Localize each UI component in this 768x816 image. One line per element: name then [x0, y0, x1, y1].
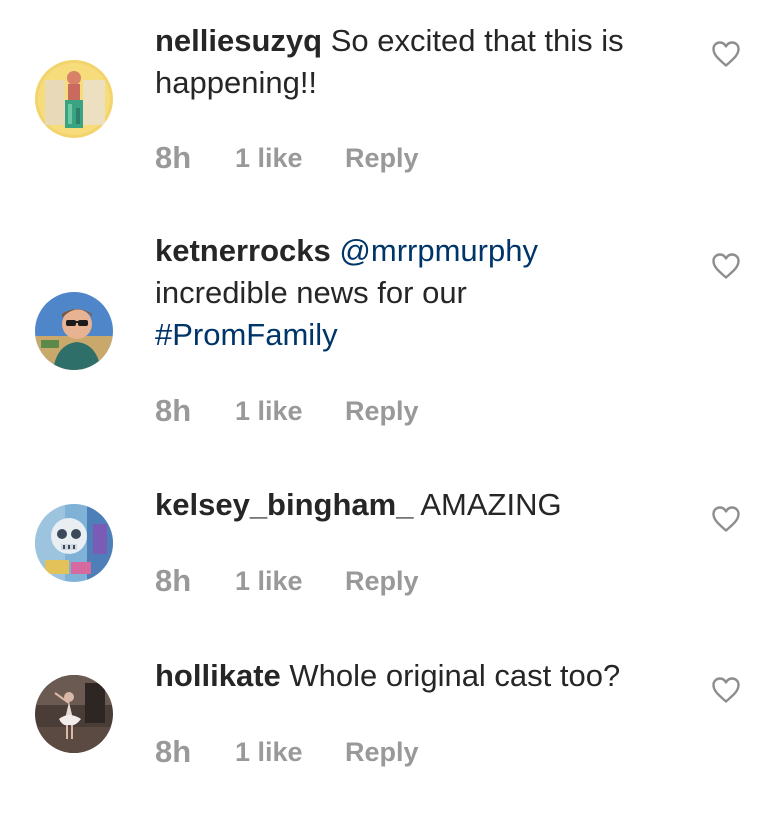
comment-meta: 8h 1 like Reply — [155, 732, 419, 772]
avatar[interactable] — [35, 292, 113, 370]
comment-body: nelliesuzyq So excited that this is happ… — [155, 20, 690, 104]
comment-body: ketnerrocks @mrrpmurphy incredible news … — [155, 230, 690, 356]
avatar[interactable] — [35, 60, 113, 138]
comment-likes[interactable]: 1 like — [235, 396, 345, 427]
comment-body: hollikate Whole original cast too? — [155, 655, 690, 697]
comment-username[interactable]: ketnerrocks — [155, 233, 331, 268]
like-heart-icon[interactable] — [710, 38, 742, 70]
avatar-mural-artwork-icon — [35, 504, 113, 582]
comment-mention[interactable]: @mrrpmurphy — [339, 233, 538, 268]
comment-text: incredible news for our — [155, 275, 467, 310]
reply-button[interactable]: Reply — [345, 396, 419, 427]
avatar-woman-colorful-dress-icon — [35, 60, 113, 138]
avatar[interactable] — [35, 504, 113, 582]
comment-likes[interactable]: 1 like — [235, 566, 345, 597]
like-heart-icon[interactable] — [710, 674, 742, 706]
comment-meta: 8h 1 like Reply — [155, 138, 419, 178]
comment-likes[interactable]: 1 like — [235, 737, 345, 768]
reply-button[interactable]: Reply — [345, 737, 419, 768]
reply-button[interactable]: Reply — [345, 143, 419, 174]
like-heart-icon[interactable] — [710, 250, 742, 282]
comment-username[interactable]: kelsey_bingham_ — [155, 487, 413, 522]
comment-time[interactable]: 8h — [155, 734, 235, 770]
comment-likes[interactable]: 1 like — [235, 143, 345, 174]
comment-time[interactable]: 8h — [155, 140, 235, 176]
reply-button[interactable]: Reply — [345, 566, 419, 597]
comment-username[interactable]: hollikate — [155, 658, 281, 693]
avatar-man-sunglasses-sky-icon — [35, 292, 113, 370]
avatar[interactable] — [35, 675, 113, 753]
comment-text: Whole original cast too? — [289, 658, 621, 693]
comment-time[interactable]: 8h — [155, 563, 235, 599]
comment-time[interactable]: 8h — [155, 393, 235, 429]
comments-list: nelliesuzyq So excited that this is happ… — [0, 0, 768, 816]
comment-meta: 8h 1 like Reply — [155, 391, 419, 431]
comment-hashtag[interactable]: #PromFamily — [155, 317, 338, 352]
comment-meta: 8h 1 like Reply — [155, 561, 419, 601]
avatar-dancer-dim-room-icon — [35, 675, 113, 753]
comment-text: AMAZING — [420, 487, 562, 522]
like-heart-icon[interactable] — [710, 503, 742, 535]
comment-username[interactable]: nelliesuzyq — [155, 23, 322, 58]
comment-body: kelsey_bingham_ AMAZING — [155, 484, 690, 526]
